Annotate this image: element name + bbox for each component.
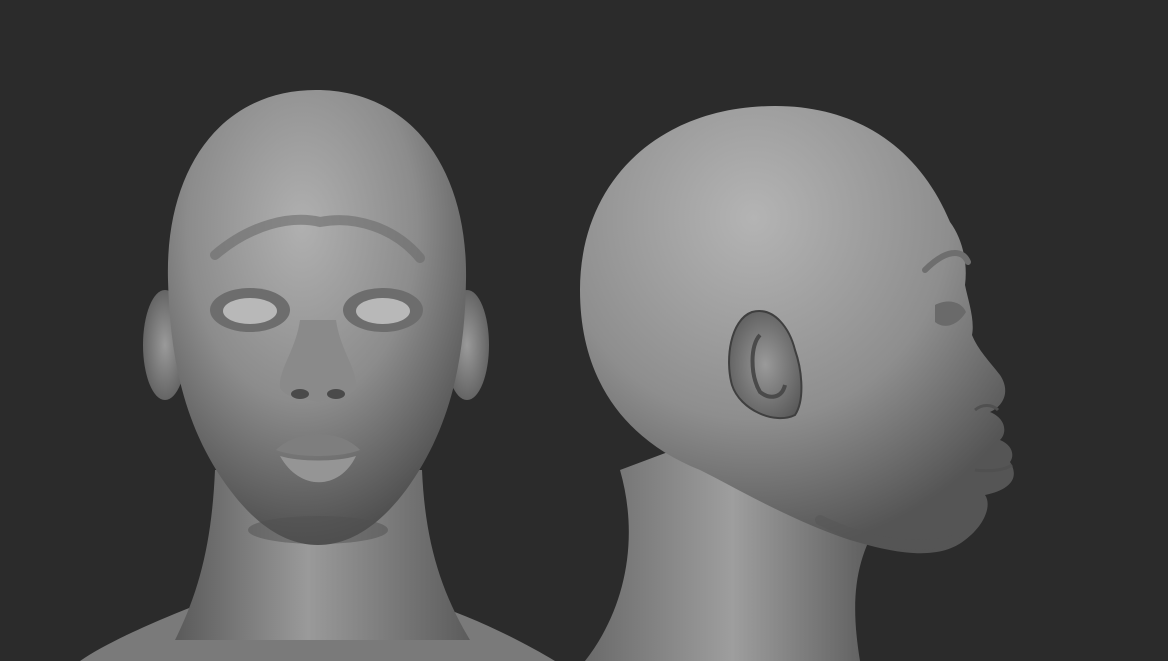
- sculpt-render: [80, 90, 1014, 661]
- front-left-nostril: [291, 389, 309, 399]
- front-left-eye: [223, 298, 277, 324]
- front-chin-shadow: [248, 516, 388, 544]
- front-right-eye: [356, 298, 410, 324]
- side-view-head: [580, 106, 1014, 661]
- front-view-head: [80, 90, 555, 661]
- front-right-nostril: [327, 389, 345, 399]
